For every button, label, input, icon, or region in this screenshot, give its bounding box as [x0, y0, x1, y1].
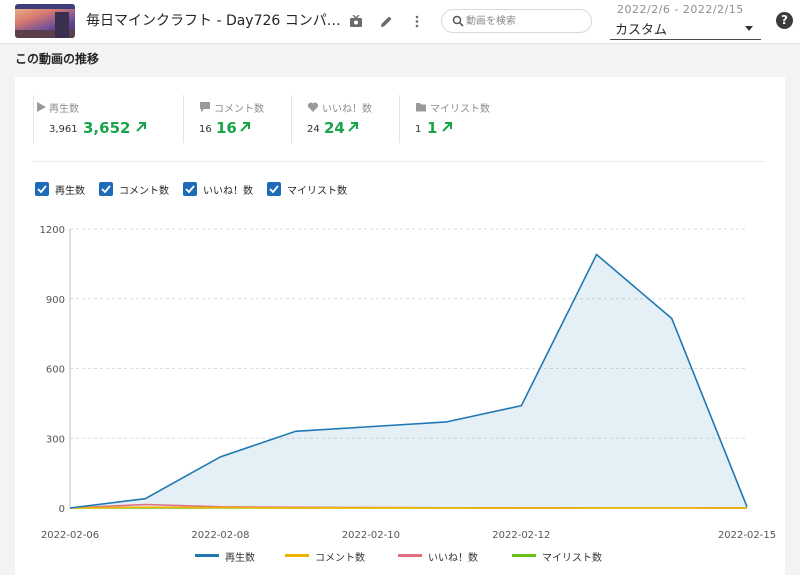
legend-label: 再生数 — [225, 553, 255, 564]
x-tick-label: 2022-02-12 — [492, 530, 550, 541]
legend-item-mylist[interactable]: マイリスト数 — [512, 548, 622, 564]
legend-item-comments[interactable]: コメント数 — [285, 548, 385, 564]
y-tick-label: 600 — [46, 365, 65, 376]
chevron-down-icon — [745, 26, 753, 31]
more-options-icon[interactable] — [408, 12, 426, 30]
legend-swatch — [512, 554, 536, 557]
x-tick-label: 2022-02-08 — [191, 530, 249, 541]
range-select[interactable]: カスタム — [610, 18, 761, 40]
legend-swatch — [195, 554, 219, 557]
x-tick-label: 2022-02-15 — [718, 530, 776, 541]
section-title: この動画の推移 — [15, 52, 100, 66]
video-title: 毎日マインクラフト - Day726 コンパクトな… — [86, 13, 344, 29]
x-tick-label: 2022-02-06 — [41, 530, 99, 541]
legend-label: マイリスト数 — [542, 553, 602, 564]
y-tick-label: 900 — [46, 295, 65, 306]
y-tick-label: 300 — [46, 434, 65, 445]
y-tick-label: 0 — [59, 504, 65, 515]
app-header: 毎日マインクラフト - Day726 コンパクトな… 2022/2/6 - 20… — [0, 0, 800, 44]
legend-label: コメント数 — [315, 553, 365, 564]
x-tick-label: 2022-02-10 — [342, 530, 400, 541]
legend-item-likes[interactable]: いいね！数 — [398, 548, 498, 564]
tv-icon[interactable] — [347, 12, 365, 30]
y-tick-label: 1200 — [40, 225, 65, 236]
help-icon[interactable]: ? — [776, 12, 793, 29]
search-icon — [452, 15, 464, 27]
trend-chart: 0 300 600 900 1200 2022-02-06 2022-02-08 2022-0… — [40, 225, 777, 541]
legend-label: いいね！数 — [428, 553, 478, 564]
views-area — [70, 254, 747, 508]
search-input[interactable] — [466, 12, 584, 30]
date-range-label: 2022/2/6 - 2022/2/15 — [617, 3, 744, 16]
legend-swatch — [398, 554, 422, 557]
legend-swatch — [285, 554, 309, 557]
stats-card: 再生数 3,961 3,652 コメント数 16 16 いいね！数 24 24 … — [15, 77, 785, 575]
range-select-value: カスタム — [615, 23, 668, 38]
legend-item-views[interactable]: 再生数 — [195, 548, 275, 564]
video-search[interactable] — [441, 9, 592, 33]
video-thumbnail[interactable] — [15, 4, 75, 38]
edit-icon[interactable] — [377, 12, 395, 30]
series-line-comments — [69, 506, 748, 509]
